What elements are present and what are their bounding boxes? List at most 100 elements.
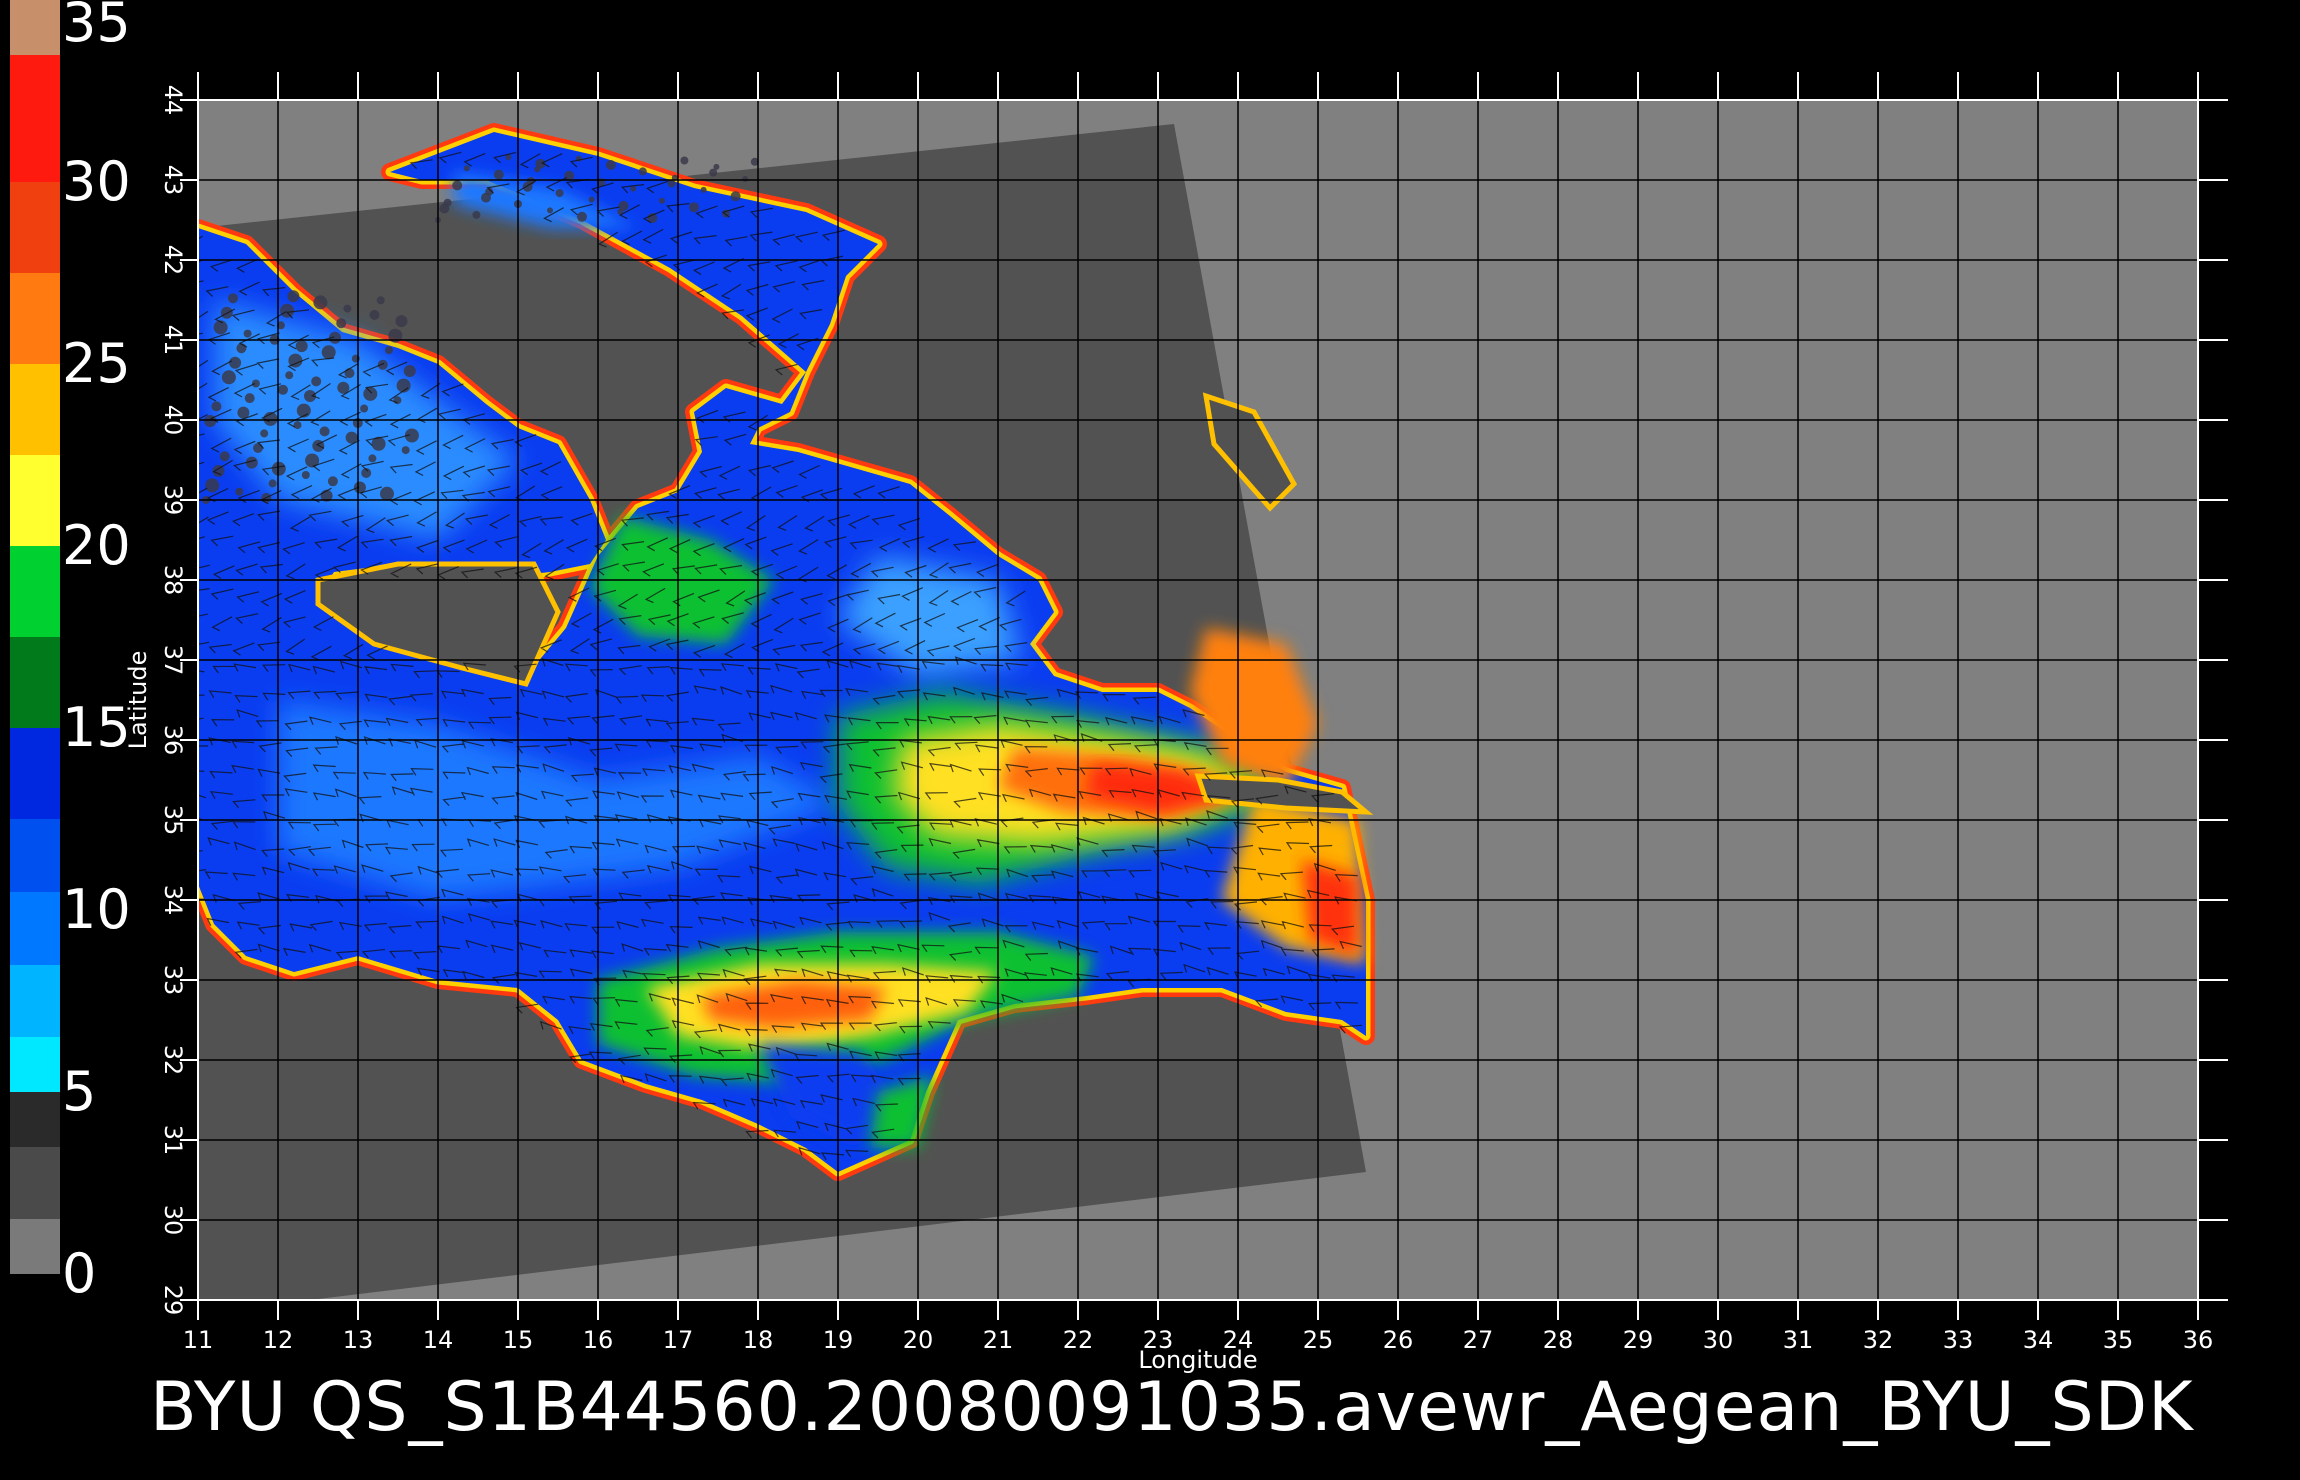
- figure: 35 30 25 20 15 10 5 0 11 12 13 14 15 16 17 18 19 20 21 22 2…: [0, 0, 2300, 1480]
- noise-speck: [313, 295, 328, 310]
- noise-speck: [243, 329, 252, 338]
- longitude-tick-label: 17: [663, 1326, 694, 1354]
- longitude-tick-label: 31: [1783, 1326, 1814, 1354]
- noise-speck: [401, 446, 410, 455]
- longitude-tick-label: 20: [903, 1326, 934, 1354]
- noise-speck: [555, 189, 564, 198]
- longitude-tick-label: 18: [743, 1326, 774, 1354]
- longitude-tick-label: 11: [183, 1326, 214, 1354]
- noise-speck: [228, 293, 238, 304]
- latitude-tick-label: 42: [159, 245, 187, 276]
- longitude-tick-label: 36: [2183, 1326, 2214, 1354]
- noise-speck: [363, 386, 378, 401]
- product-title: BYU QS_S1B44560.20080091035.avewr_Aegean…: [150, 1368, 2194, 1447]
- latitude-tick-label: 44: [159, 85, 187, 116]
- noise-speck: [219, 451, 230, 462]
- longitude-tick-label: 26: [1383, 1326, 1414, 1354]
- longitude-tick-label: 16: [583, 1326, 614, 1354]
- latitude-tick-label: 43: [159, 165, 187, 196]
- longitude-tick-label: 13: [343, 1326, 374, 1354]
- noise-speck: [244, 393, 255, 404]
- noise-speck: [700, 186, 707, 193]
- latitude-tick-label: 40: [159, 405, 187, 436]
- noise-speck: [659, 197, 665, 204]
- longitude-tick-label: 35: [2103, 1326, 2134, 1354]
- noise-speck: [321, 345, 336, 360]
- noise-speck: [221, 370, 236, 385]
- latitude-tick-label: 30: [159, 1205, 187, 1236]
- noise-speck: [311, 376, 322, 387]
- noise-speck: [709, 168, 718, 177]
- longitude-tick-label: 19: [823, 1326, 854, 1354]
- longitude-tick-label: 28: [1543, 1326, 1574, 1354]
- noise-speck: [360, 404, 369, 413]
- noise-speck: [271, 461, 286, 476]
- noise-speck: [205, 478, 220, 493]
- noise-speck: [327, 476, 338, 487]
- noise-speck: [689, 202, 699, 213]
- noise-speck: [287, 290, 300, 303]
- noise-speck: [253, 443, 263, 453]
- latitude-tick-label: 35: [159, 805, 187, 836]
- noise-speck: [680, 156, 689, 165]
- noise-speck: [278, 384, 288, 395]
- noise-speck: [730, 191, 741, 202]
- noise-speck: [534, 166, 541, 173]
- noise-speck: [260, 429, 269, 438]
- longitude-tick-label: 29: [1623, 1326, 1654, 1354]
- longitude-tick-label: 12: [263, 1326, 294, 1354]
- noise-speck: [463, 165, 470, 172]
- noise-speck: [319, 426, 330, 437]
- noise-speck: [577, 211, 587, 222]
- longitude-tick-label: 14: [423, 1326, 454, 1354]
- noise-speck: [293, 421, 302, 430]
- noise-speck: [395, 315, 408, 328]
- latitude-tick-label: 36: [159, 725, 187, 756]
- latitude-tick-label: 33: [159, 965, 187, 996]
- noise-speck: [547, 207, 553, 214]
- noise-speck: [251, 379, 260, 388]
- latitude-tick-label: 29: [159, 1285, 187, 1316]
- noise-speck: [742, 176, 749, 182]
- noise-speck: [369, 309, 380, 320]
- noise-speck: [344, 368, 355, 379]
- longitude-tick-label: 33: [1943, 1326, 1974, 1354]
- noise-speck: [343, 304, 352, 313]
- longitude-tick-label: 21: [983, 1326, 1014, 1354]
- latitude-tick-labels: 29 30 31 32 33 34 35 36 37 38 39 40 41 42 43 44: [159, 85, 187, 1316]
- longitude-tick-label: 25: [1303, 1326, 1334, 1354]
- noise-speck: [385, 346, 393, 355]
- latitude-tick-label: 34: [159, 885, 187, 916]
- latitude-tick-label: 31: [159, 1125, 187, 1156]
- noise-speck: [336, 318, 347, 329]
- y-axis-label: Latitude: [124, 651, 152, 750]
- noise-speck: [280, 303, 295, 318]
- noise-speck: [376, 296, 385, 305]
- noise-speck: [235, 487, 244, 496]
- noise-speck: [229, 356, 242, 369]
- noise-speck: [211, 401, 222, 412]
- wind-map: 11 12 13 14 15 16 17 18 19 20 21 22 23 24 25 26 27 28 29 30…: [124, 72, 2228, 1374]
- noise-speck: [439, 203, 450, 214]
- longitude-tick-label: 27: [1463, 1326, 1494, 1354]
- latitude-tick-label: 37: [159, 645, 187, 676]
- noise-speck: [588, 196, 595, 203]
- noise-speck: [638, 167, 647, 176]
- latitude-tick-label: 39: [159, 485, 187, 516]
- longitude-tick-label: 34: [2023, 1326, 2054, 1354]
- latitude-tick-label: 32: [159, 1045, 187, 1076]
- noise-speck: [380, 486, 394, 501]
- noise-speck: [268, 479, 277, 488]
- longitude-tick-label: 32: [1863, 1326, 1894, 1354]
- longitude-tick-label: 22: [1063, 1326, 1094, 1354]
- noise-speck: [403, 365, 416, 377]
- noise-speck: [368, 454, 377, 463]
- noise-speck: [493, 169, 504, 180]
- noise-speck: [301, 471, 310, 479]
- noise-speck: [472, 210, 481, 219]
- noise-speck: [481, 192, 491, 203]
- longitude-tick-label: 30: [1703, 1326, 1734, 1354]
- latitude-tick-label: 41: [159, 325, 187, 356]
- noise-speck: [452, 180, 463, 191]
- noise-speck: [605, 160, 616, 170]
